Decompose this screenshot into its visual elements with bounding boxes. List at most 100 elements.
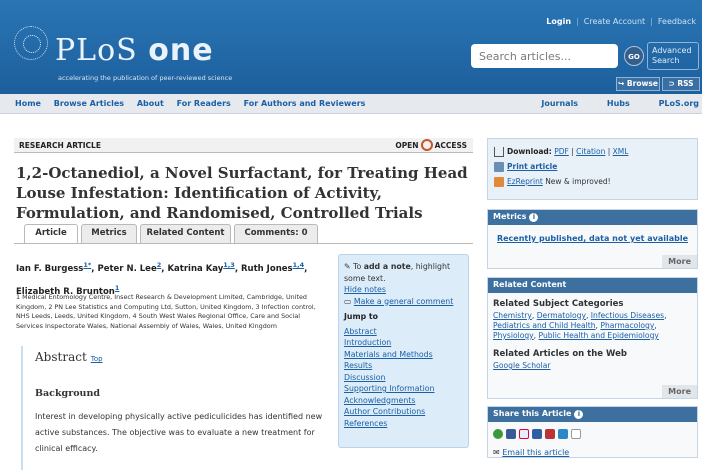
category-link[interactable]: Infectious Diseases <box>591 311 664 320</box>
general-comment-link[interactable]: Make a general comment <box>354 297 453 306</box>
nav-home[interactable]: Home <box>15 99 41 108</box>
subject-categories-heading: Related Subject Categories <box>493 299 624 309</box>
tab-related-content[interactable]: Related Content <box>140 224 231 243</box>
share-header: Share this Article i <box>488 407 697 422</box>
nav-about[interactable]: About <box>137 99 164 108</box>
article-type: RESEARCH ARTICLE <box>19 141 101 150</box>
tagline: accelerating the publication of peer-rev… <box>58 74 233 82</box>
xml-link[interactable]: XML <box>613 147 629 156</box>
category-link[interactable]: Pediatrics and Child Health <box>493 321 596 330</box>
info-icon[interactable]: i <box>574 410 584 419</box>
jump-link-materials[interactable]: Materials and Methods <box>344 349 463 361</box>
article-type-bar: RESEARCH ARTICLE OPEN ACCESS <box>14 138 473 153</box>
plos-globe-icon[interactable] <box>14 26 48 60</box>
jump-link-introduction[interactable]: Introduction <box>344 337 463 349</box>
author-affiliation-link[interactable]: 1,3 <box>223 261 235 269</box>
jump-link-references[interactable]: References <box>344 418 463 430</box>
print-icon <box>494 162 504 172</box>
download-row: Download: PDF | Citation | XML <box>494 144 691 159</box>
abstract-section: Abstract Top Background Interest in devel… <box>21 346 334 470</box>
delicious-icon[interactable] <box>558 429 568 439</box>
nav-journals[interactable]: Journals <box>541 99 578 108</box>
abstract-heading: Abstract Top <box>35 350 103 364</box>
author-affiliation-link[interactable]: 1,4 <box>293 261 305 269</box>
article-title: 1,2-Octanediol, a Novel Surfactant, for … <box>16 164 468 222</box>
rss-button[interactable]: ⊃ RSS <box>662 77 700 91</box>
digg-icon[interactable] <box>571 429 581 439</box>
advanced-search-link[interactable]: Advanced Search <box>647 42 699 70</box>
comment-icon: ▭ <box>344 296 352 306</box>
category-link[interactable]: Chemistry <box>493 311 532 320</box>
tab-article[interactable]: Article <box>24 224 78 244</box>
jump-link-supporting[interactable]: Supporting Information <box>344 383 463 395</box>
author-affiliation-link[interactable]: 2 <box>157 261 162 269</box>
related-more-button[interactable]: More <box>662 385 697 398</box>
tab-metrics[interactable]: Metrics <box>81 224 137 243</box>
jump-link-author-contributions[interactable]: Author Contributions <box>344 406 463 418</box>
envelope-icon: ✉ <box>493 448 500 457</box>
category-link[interactable]: Pharmacology <box>600 321 654 330</box>
info-icon[interactable]: i <box>529 213 539 222</box>
author-name: Peter N. Lee <box>97 263 157 274</box>
nav-plos-org[interactable]: PLoS.org <box>659 99 699 108</box>
connotea-icon[interactable] <box>519 429 529 439</box>
mendeley-icon[interactable] <box>545 429 555 439</box>
category-link[interactable]: Public Health and Epidemiology <box>539 331 659 340</box>
metrics-more-button[interactable]: More <box>662 255 697 268</box>
search-go-button[interactable]: GO <box>624 46 644 66</box>
tab-divider <box>14 243 473 244</box>
category-link[interactable]: Dermatology <box>537 311 586 320</box>
note-instructions: ✎ To add a note, highlight some text. Hi… <box>344 261 463 296</box>
related-content-header: Related Content <box>488 278 697 293</box>
subject-category-list: Chemistry, Dermatology, Infectious Disea… <box>493 311 667 340</box>
login-link[interactable]: Login <box>546 17 571 26</box>
hide-notes-link[interactable]: Hide notes <box>344 284 463 296</box>
print-article-link[interactable]: Print article <box>507 162 557 171</box>
citeulike-icon[interactable] <box>532 429 542 439</box>
category-link[interactable]: Physiology <box>493 331 534 340</box>
metrics-status-link[interactable]: Recently published, data not yet availab… <box>488 234 697 243</box>
citation-link[interactable]: Citation <box>576 147 605 156</box>
plos-one-logo[interactable]: PLoS one <box>55 33 214 68</box>
print-row: Print article <box>494 159 691 174</box>
jump-to-title: Jump to <box>344 312 378 321</box>
jump-to-box: ✎ To add a note, highlight some text. Hi… <box>338 254 469 448</box>
nav-for-readers[interactable]: For Readers <box>177 99 231 108</box>
jump-link-discussion[interactable]: Discussion <box>344 372 463 384</box>
ezreprint-icon <box>494 177 504 187</box>
browse-button[interactable]: ↪ Browse <box>616 77 660 91</box>
affiliations: 1 Medical Entomology Centre, Insect Rese… <box>16 293 316 330</box>
email-article-link[interactable]: Email this article <box>502 448 569 457</box>
site-header: Login | Create Account | Feedback PLoS one a… <box>0 0 702 94</box>
ezreprint-row: EzReprint New & improved! <box>494 174 691 189</box>
tab-comments[interactable]: Comments: 0 <box>234 224 318 243</box>
metrics-header: Metrics i <box>488 210 697 225</box>
author-name: Katrina Kay <box>167 263 224 274</box>
facebook-icon[interactable] <box>506 429 516 439</box>
search-input[interactable]: Search articles... <box>471 44 618 68</box>
abstract-text: Interest in developing physically active… <box>35 412 323 453</box>
nav-browse-articles[interactable]: Browse Articles <box>54 99 124 108</box>
open-access-badge: OPEN ACCESS <box>395 139 467 151</box>
top-link[interactable]: Top <box>91 355 103 363</box>
google-scholar-link[interactable]: Google Scholar <box>493 361 551 370</box>
metrics-box: Metrics i Recently published, data not ye… <box>487 209 698 269</box>
email-row: ✉ Email this article <box>493 448 692 457</box>
account-links: Login | Create Account | Feedback <box>546 17 696 26</box>
ezreprint-link[interactable]: EzReprint <box>507 177 543 186</box>
open-access-lock-icon <box>420 139 433 151</box>
pencil-icon: ✎ <box>344 262 351 271</box>
author-affiliation-link[interactable]: 1* <box>83 261 91 269</box>
pdf-link[interactable]: PDF <box>554 147 569 156</box>
stumbleupon-icon[interactable] <box>493 429 503 439</box>
jump-link-acknowledgments[interactable]: Acknowledgments <box>344 395 463 407</box>
feedback-link[interactable]: Feedback <box>658 17 696 26</box>
create-account-link[interactable]: Create Account <box>584 17 645 26</box>
background-heading: Background <box>35 388 100 399</box>
author-name: Ian F. Burgess <box>16 263 84 274</box>
jump-link-results[interactable]: Results <box>344 360 463 372</box>
nav-for-authors[interactable]: For Authors and Reviewers <box>244 99 366 108</box>
author-affiliation-link[interactable]: 1 <box>115 284 120 292</box>
jump-link-abstract[interactable]: Abstract <box>344 326 463 338</box>
nav-hubs[interactable]: Hubs <box>607 99 630 108</box>
